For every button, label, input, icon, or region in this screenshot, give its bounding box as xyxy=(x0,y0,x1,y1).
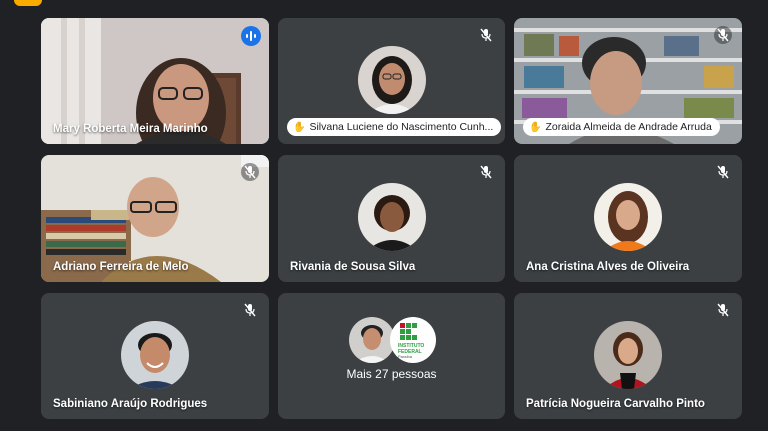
avatar xyxy=(357,46,426,114)
hand-icon: ✋ xyxy=(293,121,306,133)
mic-off-icon xyxy=(477,163,495,181)
mic-off-icon xyxy=(241,301,259,319)
participant-tile-adriano[interactable]: Adriano Ferreira de Melo xyxy=(41,155,269,282)
participant-name: Patrícia Nogueira Carvalho Pinto xyxy=(526,398,705,410)
avatar xyxy=(357,183,426,251)
avatar xyxy=(349,317,395,363)
avatar xyxy=(121,321,189,389)
participant-tile-zoraida[interactable]: ✋ Zoraida Almeida de Andrade Arruda xyxy=(514,18,742,144)
more-participants-count: Mais 27 pessoas xyxy=(346,367,437,381)
audio-level-icon xyxy=(241,26,261,46)
institute-logo: INSTITUTO FEDERAL Paraíba xyxy=(390,317,436,363)
mic-off-icon xyxy=(477,26,495,44)
avatar xyxy=(594,183,662,251)
more-participants-tile[interactable]: INSTITUTO FEDERAL Paraíba Mais 27 pessoa… xyxy=(278,293,505,419)
participant-name: Silvana Luciene do Nascimento Cunh... xyxy=(309,121,494,133)
svg-text:Paraíba: Paraíba xyxy=(398,354,413,359)
participant-tile-rivania[interactable]: Rivania de Sousa Silva xyxy=(278,155,505,282)
mic-off-icon xyxy=(714,301,732,319)
participant-name: Mary Roberta Meira Marinho xyxy=(53,123,208,135)
hand-icon: ✋ xyxy=(529,121,542,133)
top-left-badge xyxy=(14,0,42,6)
participant-name: Ana Cristina Alves de Oliveira xyxy=(526,261,690,273)
participant-name: Adriano Ferreira de Melo xyxy=(53,261,189,273)
participant-name: Rivania de Sousa Silva xyxy=(290,261,416,273)
mic-off-icon xyxy=(241,163,259,181)
mic-off-icon xyxy=(714,26,732,44)
participant-tile-sabiniano[interactable]: Sabiniano Araújo Rodrigues xyxy=(41,293,269,419)
participant-tile-ana[interactable]: Ana Cristina Alves de Oliveira xyxy=(514,155,742,282)
participant-name: Zoraida Almeida de Andrade Arruda xyxy=(545,121,712,133)
participant-name-pill: ✋ Silvana Luciene do Nascimento Cunh... xyxy=(287,118,502,136)
participant-tile-patricia[interactable]: Patrícia Nogueira Carvalho Pinto xyxy=(514,293,742,419)
participant-name: Sabiniano Araújo Rodrigues xyxy=(53,398,208,410)
avatar xyxy=(594,321,662,389)
participant-tile-mary[interactable]: Mary Roberta Meira Marinho xyxy=(41,18,269,144)
participant-name-pill: ✋ Zoraida Almeida de Andrade Arruda xyxy=(523,118,720,136)
mic-off-icon xyxy=(714,163,732,181)
participant-tile-silvana[interactable]: ✋ Silvana Luciene do Nascimento Cunh... xyxy=(278,18,505,144)
